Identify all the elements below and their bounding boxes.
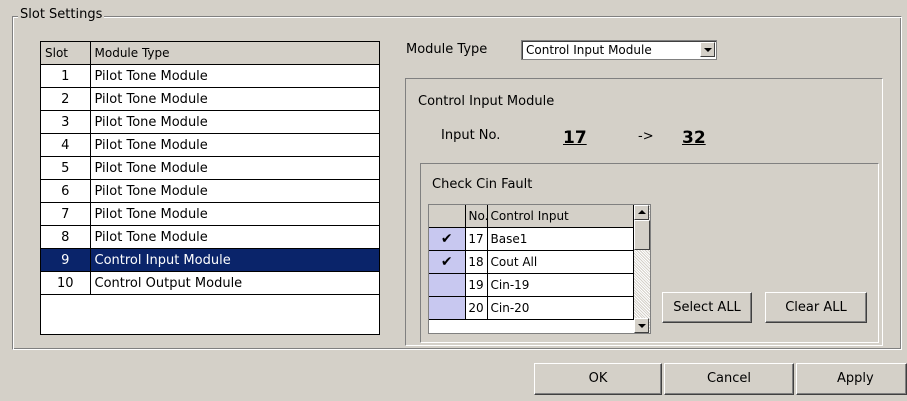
cin-row[interactable]: ✔ 18 Cout All xyxy=(429,250,634,274)
slot-row[interactable]: 3 Pilot Tone Module xyxy=(41,110,379,134)
cancel-button[interactable]: Cancel xyxy=(664,363,794,395)
cin-table-header: No. Control Input xyxy=(429,205,634,228)
clear-all-button[interactable]: Clear ALL xyxy=(765,292,867,323)
input-range-start: 17 xyxy=(563,128,587,148)
slot-row[interactable]: 4 Pilot Tone Module xyxy=(41,133,379,157)
slot-number: 7 xyxy=(41,202,91,226)
control-panel-title: Control Input Module xyxy=(418,94,555,109)
slot-number: 3 xyxy=(41,110,91,134)
input-no-label: Input No. xyxy=(441,128,501,143)
cin-name: Cin-19 xyxy=(487,273,634,297)
cin-row[interactable]: 19 Cin-19 xyxy=(429,273,634,297)
cin-number: 19 xyxy=(465,273,488,297)
slot-settings-title: Slot Settings xyxy=(18,7,105,23)
cin-row[interactable]: ✔ 17 Base1 xyxy=(429,227,634,251)
slot-row[interactable]: 7 Pilot Tone Module xyxy=(41,202,379,226)
cin-table-scrollbar[interactable] xyxy=(634,205,650,333)
slot-row[interactable]: 8 Pilot Tone Module xyxy=(41,225,379,249)
cin-fault-title: Check Cin Fault xyxy=(432,177,533,192)
dropdown-button[interactable] xyxy=(700,42,715,57)
slot-module-type: Pilot Tone Module xyxy=(90,87,379,111)
apply-button[interactable]: Apply xyxy=(796,363,907,395)
chevron-down-icon xyxy=(704,48,712,52)
cin-checkbox[interactable]: ✔ xyxy=(429,227,466,251)
cin-number: 20 xyxy=(465,296,488,320)
check-column-header xyxy=(429,205,466,228)
select-all-button[interactable]: Select ALL xyxy=(662,292,752,323)
slot-row[interactable]: 2 Pilot Tone Module xyxy=(41,87,379,111)
input-range-end: 32 xyxy=(682,128,706,148)
control-input-column-header[interactable]: Control Input xyxy=(487,205,634,228)
cin-fault-table: No. Control Input ✔ 17 Base1 ✔ 18 Cout All 19 C… xyxy=(428,204,651,334)
slot-table: Slot Module Type 1 Pilot Tone Module 2 Pilo… xyxy=(40,41,380,335)
scroll-thumb[interactable] xyxy=(634,220,650,250)
slot-number: 8 xyxy=(41,225,91,249)
slot-number: 5 xyxy=(41,156,91,180)
cin-number: 17 xyxy=(465,227,488,251)
slot-module-type: Pilot Tone Module xyxy=(90,64,379,88)
module-type-value: Control Input Module xyxy=(526,43,652,57)
slot-module-type: Pilot Tone Module xyxy=(90,110,379,134)
cin-number: 18 xyxy=(465,250,488,274)
scroll-up-button[interactable] xyxy=(634,205,649,220)
slot-row[interactable]: 1 Pilot Tone Module xyxy=(41,64,379,88)
module-type-column-header[interactable]: Module Type xyxy=(90,42,379,65)
ok-button[interactable]: OK xyxy=(534,363,662,395)
slot-number: 2 xyxy=(41,87,91,111)
range-arrow: -> xyxy=(638,129,654,144)
slot-module-type: Pilot Tone Module xyxy=(90,225,379,249)
slot-module-type: Pilot Tone Module xyxy=(90,156,379,180)
cin-name: Base1 xyxy=(487,227,634,251)
slot-module-type: Control Output Module xyxy=(90,271,379,295)
module-type-select[interactable]: Control Input Module xyxy=(521,40,717,60)
slot-module-type: Pilot Tone Module xyxy=(90,133,379,157)
arrow-up-icon xyxy=(638,210,646,214)
slot-row[interactable]: 5 Pilot Tone Module xyxy=(41,156,379,180)
slot-module-type: Pilot Tone Module xyxy=(90,179,379,203)
cin-name: Cout All xyxy=(487,250,634,274)
cin-checkbox[interactable] xyxy=(429,273,466,297)
slot-number: 4 xyxy=(41,133,91,157)
cin-checkbox[interactable]: ✔ xyxy=(429,250,466,274)
slot-column-header[interactable]: Slot xyxy=(41,42,91,65)
slot-module-type: Control Input Module xyxy=(90,248,379,272)
checkmark-icon: ✔ xyxy=(440,231,453,247)
slot-row[interactable]: 9 Control Input Module xyxy=(41,248,379,272)
slot-number: 10 xyxy=(41,271,91,295)
slot-table-header: Slot Module Type xyxy=(41,42,379,65)
no-column-header[interactable]: No. xyxy=(465,205,488,228)
slot-row[interactable]: 10 Control Output Module xyxy=(41,271,379,295)
slot-number: 9 xyxy=(41,248,91,272)
slot-module-type: Pilot Tone Module xyxy=(90,202,379,226)
cin-row[interactable]: 20 Cin-20 xyxy=(429,296,634,320)
arrow-down-icon xyxy=(638,324,646,328)
checkmark-icon: ✔ xyxy=(440,254,453,270)
scroll-down-button[interactable] xyxy=(634,318,649,333)
slot-number: 1 xyxy=(41,64,91,88)
module-type-label: Module Type xyxy=(406,42,488,57)
slot-number: 6 xyxy=(41,179,91,203)
cin-checkbox[interactable] xyxy=(429,296,466,320)
slot-row[interactable]: 6 Pilot Tone Module xyxy=(41,179,379,203)
cin-name: Cin-20 xyxy=(487,296,634,320)
